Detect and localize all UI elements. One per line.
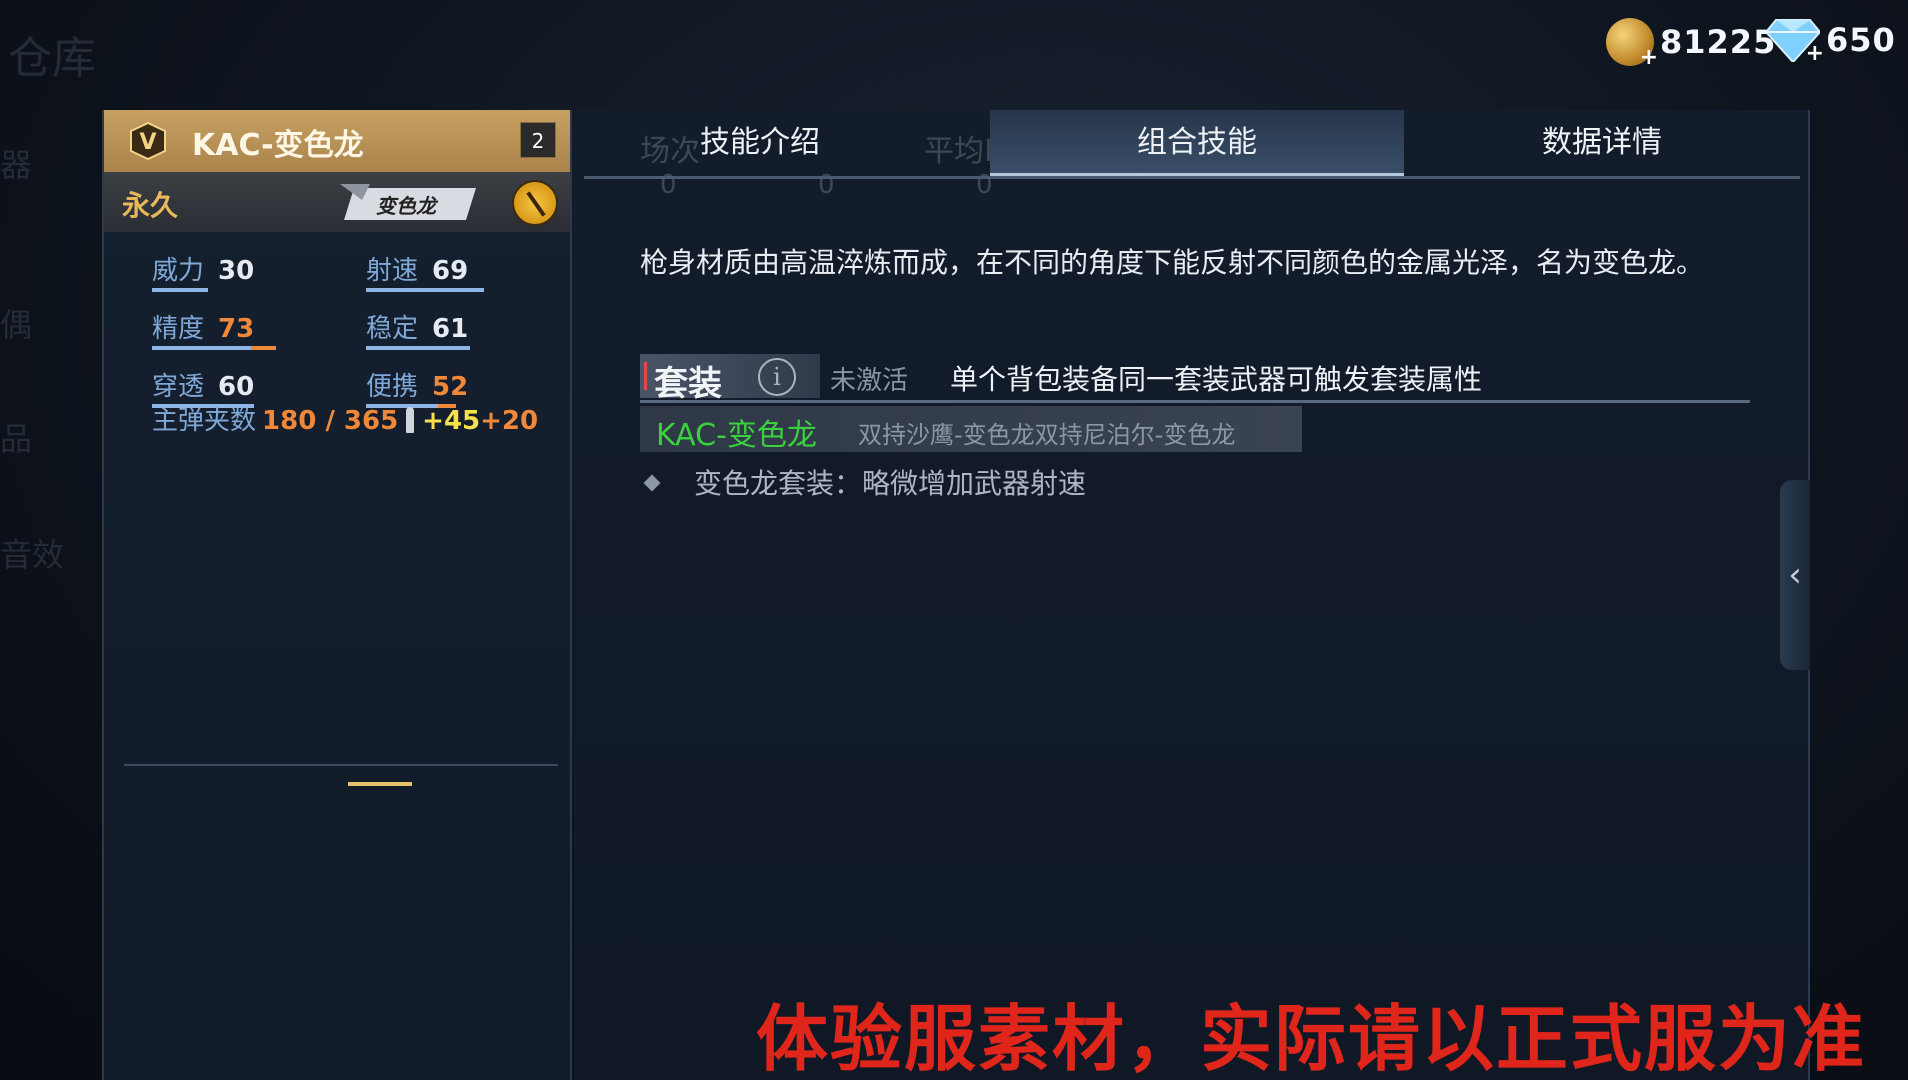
suit-status: 未激活 xyxy=(830,366,909,396)
bullet-icon xyxy=(406,407,415,433)
suit-tag: 套装 i xyxy=(640,354,820,404)
tab-combo-skill[interactable]: 组合技能 xyxy=(990,110,1404,176)
gold-amount: 81225 xyxy=(1660,23,1777,61)
background-side-label: 品 xyxy=(0,420,33,458)
tab-bar: 技能介绍 组合技能 数据详情 xyxy=(584,110,1800,176)
weapon-description: 枪身材质由高温淬炼而成，在不同的角度下能反射不同颜色的金属光泽，名为变色龙。 xyxy=(640,246,1705,279)
watermark-text: 体验服素材，实际请以正式服为准 xyxy=(756,997,1867,1080)
weapon-level-badge: 2 xyxy=(520,122,556,158)
background-side-label: 音效 xyxy=(0,536,65,574)
detail-panel: 场次 平均KDA 0 0 0 技能介绍 组合技能 数据详情 枪身材质由高温淬炼而… xyxy=(574,110,1810,1080)
diamond-amount: 650 xyxy=(1826,21,1896,59)
background-title: 仓库 xyxy=(8,33,96,84)
diamond-icon: + xyxy=(1764,18,1824,66)
stat-portability: 便携 52 xyxy=(366,366,468,408)
stat-penetration: 穿透 60 xyxy=(152,366,254,408)
ammo-bonus-secondary: +20 xyxy=(480,406,539,436)
suit-bonus-text: 变色龙套装：略微增加武器射速 xyxy=(694,467,1087,500)
tab-skill-intro[interactable]: 技能介绍 xyxy=(650,110,870,176)
diamond-bullet-icon xyxy=(643,474,661,492)
weapon-card: V KAC-变色龙 2 永久 变色龙 威力 30 射速 69 精度 73 稳定 … xyxy=(102,110,572,1080)
weapon-subheader: 永久 变色龙 xyxy=(104,172,570,232)
background-side-label: 器 xyxy=(0,146,33,184)
suit-item-others: 双持沙鹰-变色龙双持尼泊尔-变色龙 xyxy=(858,421,1236,449)
ammo-value: 180 / 365 xyxy=(262,406,399,436)
info-icon[interactable]: i xyxy=(758,358,796,396)
svg-text:V: V xyxy=(139,130,156,155)
screen: { "background": { "title": "仓库", "side_l… xyxy=(0,0,1908,1080)
ammo-info: 主弹夹数 180 / 365 +45+20 xyxy=(152,400,538,437)
divider xyxy=(124,764,558,766)
tab-data-details[interactable]: 数据详情 xyxy=(1404,110,1800,176)
stat-accuracy: 精度 73 xyxy=(152,308,276,350)
suit-header: 套装 i 未激活 单个背包装备同一套装武器可触发套装属性 xyxy=(640,354,1750,404)
suit-item-current: KAC-变色龙 xyxy=(656,418,817,453)
gold-coin-icon: + xyxy=(1606,18,1658,70)
ammo-label: 主弹夹数 xyxy=(152,406,257,436)
duration-label: 永久 xyxy=(122,189,179,222)
no-trade-icon xyxy=(512,180,558,226)
suit-items: KAC-变色龙 双持沙鹰-变色龙双持尼泊尔-变色龙 xyxy=(640,406,1302,453)
gold-currency[interactable]: + 81225 xyxy=(1606,18,1777,70)
weapon-header: V KAC-变色龙 2 xyxy=(104,110,570,172)
skin-logo: 变色龙 xyxy=(340,180,480,226)
suit-bonus: 变色龙套装：略微增加武器射速 xyxy=(643,462,1087,502)
divider xyxy=(640,400,1750,403)
collapse-arrow-icon[interactable]: ‹ xyxy=(1780,480,1810,670)
suit-description: 单个背包装备同一套装武器可触发套装属性 xyxy=(950,363,1483,396)
diamond-currency[interactable]: + 650 xyxy=(1764,18,1896,66)
v-rank-icon: V xyxy=(128,121,168,161)
weapon-name: KAC-变色龙 xyxy=(192,128,364,163)
ammo-bonus-primary: +45 xyxy=(422,406,481,436)
tab-underline xyxy=(584,176,1800,179)
stat-fire-rate: 射速 69 xyxy=(366,250,484,292)
stat-stability: 稳定 61 xyxy=(366,308,470,350)
suit-tag-label: 套装 xyxy=(654,364,722,404)
background-side-label: 偶 xyxy=(0,306,33,344)
scroll-handle[interactable] xyxy=(348,782,412,786)
stat-power: 威力 30 xyxy=(152,250,254,292)
